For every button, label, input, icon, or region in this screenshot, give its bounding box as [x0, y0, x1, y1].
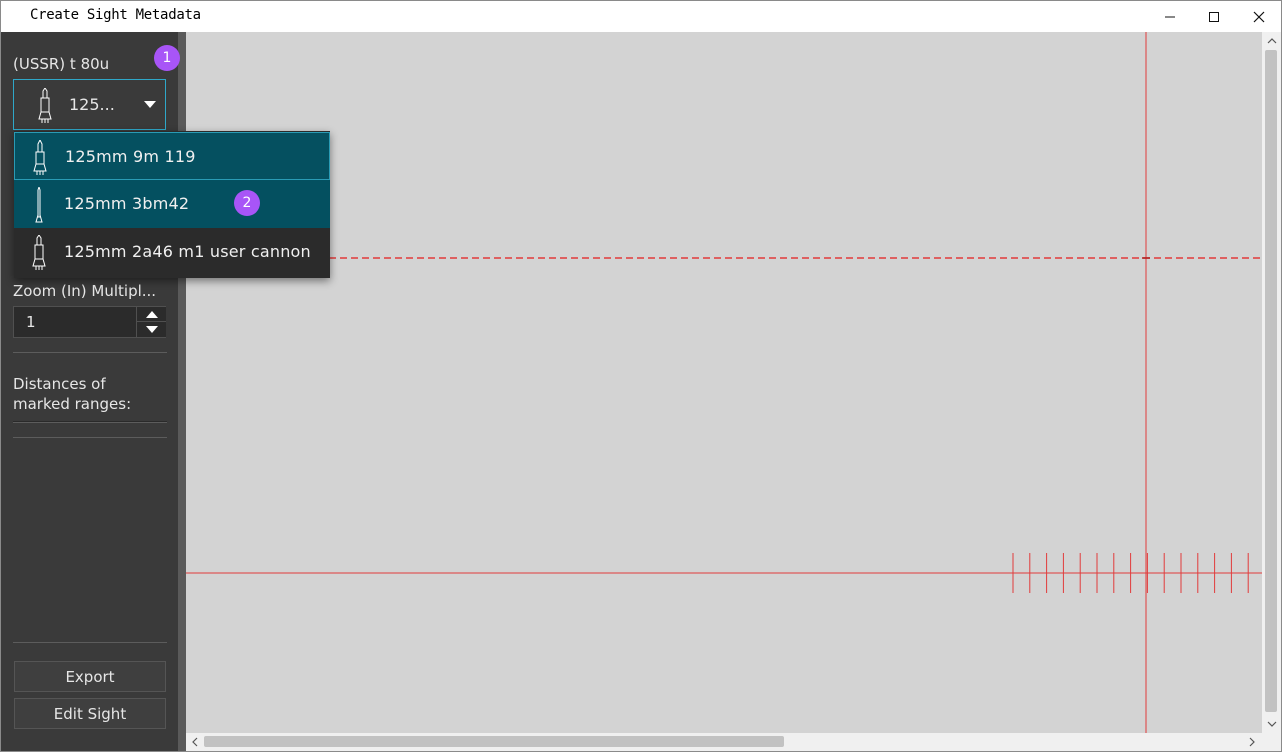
scroll-left-icon[interactable] [187, 734, 203, 750]
dropdown-item-label: 125mm 3bm42 [64, 194, 190, 213]
dropdown-item-label: 125mm 9m 119 [65, 147, 196, 166]
chevron-down-icon [144, 101, 156, 108]
divider [13, 422, 167, 423]
step-badge-2: 2 [234, 190, 260, 216]
chevron-down-icon [145, 326, 158, 333]
close-icon [1253, 11, 1265, 22]
maximize-button[interactable] [1191, 1, 1237, 32]
divider [13, 437, 167, 438]
chevron-left-icon [192, 737, 198, 747]
reticle-overlay [186, 32, 1262, 733]
divider [13, 352, 167, 353]
scroll-up-icon[interactable] [1264, 33, 1280, 49]
minimize-button[interactable] [1147, 1, 1193, 32]
horizontal-scroll-thumb[interactable] [204, 736, 784, 747]
ammo-combobox[interactable]: 125... [13, 79, 166, 130]
sight-preview-canvas[interactable] [186, 32, 1262, 733]
scroll-right-icon[interactable] [1244, 734, 1260, 750]
scrollbar-corner [1262, 733, 1281, 751]
zoom-stepper[interactable]: 1 [13, 306, 166, 338]
chevron-up-icon [145, 310, 158, 318]
close-button[interactable] [1236, 1, 1281, 32]
title-bar[interactable]: Create Sight Metadata [1, 1, 1281, 32]
vertical-scrollbar[interactable] [1262, 32, 1281, 733]
step-badge-1: 1 [154, 45, 180, 71]
shell-icon [38, 88, 52, 123]
ammo-combobox-value: 125... [69, 95, 115, 114]
dropdown-item-2a46m1[interactable]: 125mm 2a46 m1 user cannon [14, 228, 330, 276]
sight-metadata-window: Create Sight Metadata (USSR) t 80u 125..… [0, 0, 1282, 752]
missile-icon [33, 140, 47, 175]
chevron-right-icon [1249, 737, 1255, 747]
distances-label: Distances of marked ranges: [13, 375, 132, 413]
chevron-up-icon [1267, 38, 1277, 44]
zoom-label: Zoom (In) Multipl... [13, 282, 157, 300]
zoom-increment-button[interactable] [136, 307, 166, 322]
divider [13, 642, 167, 643]
chevron-down-icon [1267, 721, 1277, 727]
window-title: Create Sight Metadata [30, 7, 201, 23]
vehicle-label: (USSR) t 80u [13, 55, 110, 73]
dropdown-item-label: 125mm 2a46 m1 user cannon [64, 242, 311, 261]
maximize-icon [1209, 11, 1219, 22]
export-button[interactable]: Export [14, 661, 166, 692]
vertical-scroll-thumb[interactable] [1265, 50, 1277, 712]
zoom-decrement-button[interactable] [136, 322, 166, 337]
shell-icon [32, 235, 46, 270]
minimize-icon [1165, 16, 1175, 17]
dropdown-item-3bm42[interactable]: 125mm 3bm42 [14, 180, 330, 228]
zoom-input[interactable]: 1 [26, 313, 36, 331]
scroll-down-icon[interactable] [1264, 716, 1280, 732]
dropdown-item-9m119[interactable]: 125mm 9m 119 [14, 132, 330, 180]
edit-sight-button[interactable]: Edit Sight [14, 698, 166, 729]
apfsds-icon [35, 187, 43, 223]
horizontal-scrollbar[interactable] [186, 733, 1262, 751]
ammo-dropdown-list: 125mm 9m 119 125mm 3bm42 125mm 2a46 m1 u… [14, 131, 330, 278]
